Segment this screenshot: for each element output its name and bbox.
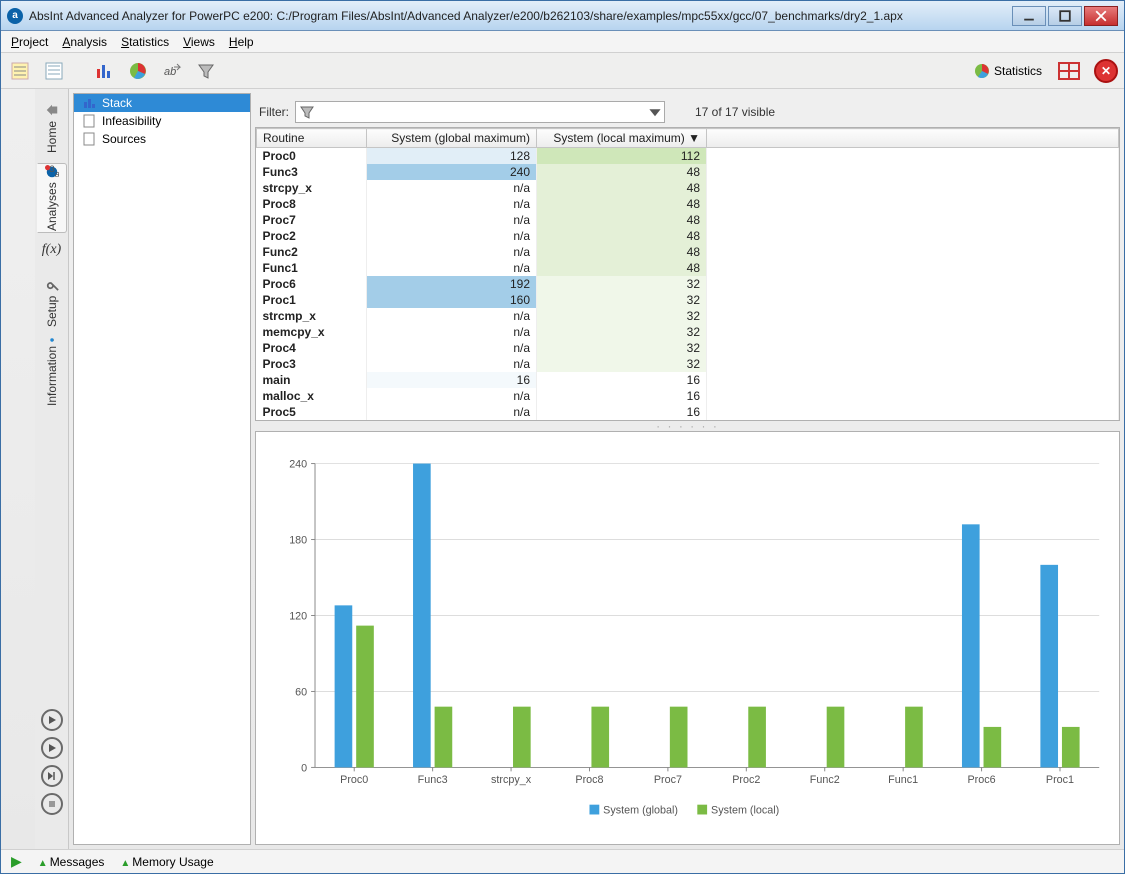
analyses-icon: a3 <box>45 165 59 179</box>
table-row[interactable]: strcpy_xn/a48 <box>257 180 1119 196</box>
table-row[interactable]: Func2n/a48 <box>257 244 1119 260</box>
play-icon[interactable]: ▶ <box>11 853 22 870</box>
svg-text:System (local): System (local) <box>711 805 779 817</box>
status-memory[interactable]: ▲Memory Usage <box>120 855 213 869</box>
table-row[interactable]: malloc_xn/a16 <box>257 388 1119 404</box>
filter-count: 17 of 17 visible <box>695 105 775 119</box>
svg-text:Proc1: Proc1 <box>1046 774 1074 786</box>
side-tab-home[interactable]: Home <box>37 93 67 163</box>
status-messages[interactable]: ▲Messages <box>38 855 105 869</box>
bar-chart: 0 60 120 180 240 Proc0 Func3 strcpy_x Proc8 Proc7… <box>266 442 1109 838</box>
table-row[interactable]: Proc5n/a16 <box>257 404 1119 420</box>
svg-text:Proc7: Proc7 <box>654 774 682 786</box>
statistics-label: Statistics <box>994 64 1042 78</box>
col-local[interactable]: System (local maximum) ▼ <box>537 129 707 148</box>
toolbar: ab Statistics ✕ <box>1 53 1124 89</box>
table-row[interactable]: Proc8n/a48 <box>257 196 1119 212</box>
table-row[interactable]: Proc2n/a48 <box>257 228 1119 244</box>
filter-input[interactable] <box>295 101 665 123</box>
side-tab-analyses[interactable]: Analysesa3 <box>37 163 67 233</box>
maximize-button[interactable] <box>1048 6 1082 26</box>
menubar: Project Analysis Statistics Views Help <box>1 31 1124 53</box>
svg-text:Proc6: Proc6 <box>968 774 996 786</box>
toolbar-funnel-icon[interactable] <box>193 58 219 84</box>
side-tab-setup[interactable]: Setup <box>37 267 67 337</box>
table-row[interactable]: Proc619232 <box>257 276 1119 292</box>
menu-project[interactable]: Project <box>11 35 48 49</box>
svg-text:120: 120 <box>289 610 307 622</box>
splitter[interactable]: · · · · · · <box>255 421 1120 431</box>
toolbar-icon-2[interactable] <box>41 58 67 84</box>
app-icon: a <box>7 8 23 24</box>
table-row[interactable]: Proc7n/a48 <box>257 212 1119 228</box>
toolbar-piechart-icon[interactable] <box>125 58 151 84</box>
svg-text:3: 3 <box>49 165 54 175</box>
svg-text:240: 240 <box>289 458 307 470</box>
svg-text:a: a <box>54 169 58 179</box>
svg-text:System (global): System (global) <box>603 805 678 817</box>
table-row[interactable]: Func1n/a48 <box>257 260 1119 276</box>
svg-text:180: 180 <box>289 534 307 546</box>
svg-text:ab: ab <box>164 66 176 78</box>
home-icon <box>45 103 59 117</box>
nav-item-stack[interactable]: Stack <box>74 94 250 112</box>
expand-icon[interactable] <box>1058 62 1080 80</box>
table-row[interactable]: memcpy_xn/a32 <box>257 324 1119 340</box>
svg-text:Func1: Func1 <box>888 774 918 786</box>
doc-icon <box>82 132 96 146</box>
funnel-icon <box>300 105 314 119</box>
col-routine[interactable]: Routine <box>257 129 367 148</box>
svg-text:0: 0 <box>301 762 307 774</box>
toolbar-text-icon[interactable]: ab <box>159 58 185 84</box>
table-row[interactable]: Proc3n/a32 <box>257 356 1119 372</box>
nav-item-infeasibility[interactable]: Infeasibility <box>74 112 250 130</box>
side-tab-information[interactable]: Informationi <box>37 337 67 407</box>
window-title: AbsInt Advanced Analyzer for PowerPC e20… <box>29 9 1010 23</box>
piechart-icon <box>974 63 990 79</box>
nav-tree: Stack Infeasibility Sources <box>73 93 251 845</box>
table-row[interactable]: main1616 <box>257 372 1119 388</box>
results-table: Routine System (global maximum) System (… <box>255 127 1120 421</box>
info-icon: i <box>50 333 54 347</box>
close-panel-button[interactable]: ✕ <box>1094 59 1118 83</box>
svg-text:Func2: Func2 <box>810 774 840 786</box>
svg-text:Func3: Func3 <box>418 774 448 786</box>
table-row[interactable]: Proc116032 <box>257 292 1119 308</box>
menu-statistics[interactable]: Statistics <box>121 35 169 49</box>
statistics-button[interactable]: Statistics <box>974 63 1042 79</box>
svg-text:Proc2: Proc2 <box>732 774 760 786</box>
svg-text:60: 60 <box>295 686 307 698</box>
chart-panel: 0 60 120 180 240 Proc0 Func3 strcpy_x Proc8 Proc7… <box>255 431 1120 845</box>
col-global[interactable]: System (global maximum) <box>367 129 537 148</box>
table-row[interactable]: Proc4n/a32 <box>257 340 1119 356</box>
menu-views[interactable]: Views <box>183 35 215 49</box>
svg-text:Proc0: Proc0 <box>340 774 368 786</box>
menu-analysis[interactable]: Analysis <box>62 35 107 49</box>
titlebar: a AbsInt Advanced Analyzer for PowerPC e… <box>1 1 1124 31</box>
toolbar-icon-1[interactable] <box>7 58 33 84</box>
doc-icon <box>82 114 96 128</box>
stack-icon <box>82 96 96 110</box>
statusbar: ▶ ▲Messages ▲Memory Usage <box>1 849 1124 873</box>
nav-item-sources[interactable]: Sources <box>74 130 250 148</box>
table-row[interactable]: strcmp_xn/a32 <box>257 308 1119 324</box>
svg-text:strcpy_x: strcpy_x <box>491 774 532 786</box>
svg-text:Proc8: Proc8 <box>575 774 603 786</box>
run-button-2[interactable] <box>41 737 63 759</box>
minimize-button[interactable] <box>1012 6 1046 26</box>
toolbar-barchart-icon[interactable] <box>91 58 117 84</box>
filter-label: Filter: <box>259 105 289 119</box>
run-button-3[interactable] <box>41 765 63 787</box>
close-button[interactable] <box>1084 6 1118 26</box>
chevron-down-icon[interactable] <box>648 105 662 119</box>
side-tabs: Home Analysesa3 f(x) Setup Informationi <box>35 89 69 849</box>
fx-icon[interactable]: f(x) <box>42 233 61 267</box>
wrench-icon <box>45 277 59 291</box>
col-spacer <box>707 129 1119 148</box>
table-row[interactable]: Func324048 <box>257 164 1119 180</box>
menu-help[interactable]: Help <box>229 35 254 49</box>
table-row[interactable]: Proc0128112 <box>257 148 1119 165</box>
stop-button[interactable] <box>41 793 63 815</box>
run-button-1[interactable] <box>41 709 63 731</box>
